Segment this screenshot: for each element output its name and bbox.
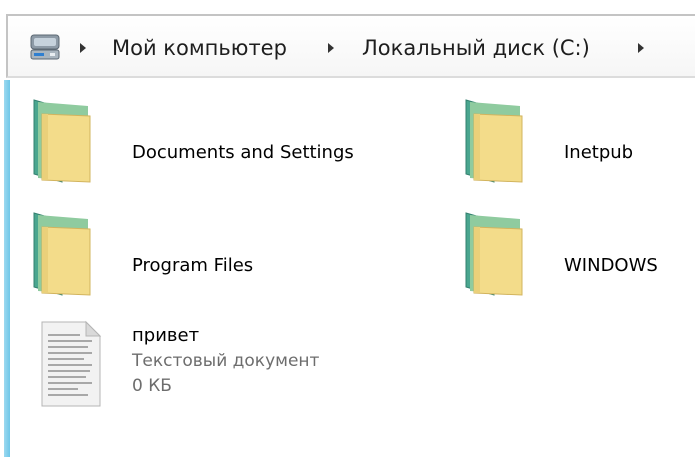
text-document-icon xyxy=(41,320,102,407)
folder-item-windows[interactable]: WINDOWS xyxy=(460,205,690,305)
breadcrumb-local-disk[interactable]: Локальный диск (C:) xyxy=(362,35,590,61)
file-item-text-document[interactable]: привет Текстовый документ 0 КБ xyxy=(28,316,388,416)
address-bar[interactable]: Мой компьютер Локальный диск (C:) xyxy=(6,14,695,78)
folder-icon xyxy=(465,212,523,296)
folder-item-documents-and-settings[interactable]: Documents and Settings xyxy=(28,92,388,192)
folder-name[interactable]: Program Files xyxy=(132,255,253,277)
folder-item-inetpub[interactable]: Inetpub xyxy=(460,92,690,192)
file-list: Documents and Settings Inetpub Program F… xyxy=(10,80,695,457)
explorer-window: Мой компьютер Локальный диск (C:) Docume… xyxy=(0,0,695,457)
file-size: 0 КБ xyxy=(132,376,172,396)
window-top-edge xyxy=(0,0,695,12)
computer-icon[interactable] xyxy=(28,32,64,64)
folder-icon xyxy=(465,99,523,183)
file-type: Текстовый документ xyxy=(132,351,320,371)
folder-name[interactable]: WINDOWS xyxy=(564,255,658,277)
folder-name[interactable]: Inetpub xyxy=(564,142,633,164)
chevron-right-icon[interactable] xyxy=(80,43,86,53)
folder-item-program-files[interactable]: Program Files xyxy=(28,205,388,305)
breadcrumb-my-computer[interactable]: Мой компьютер xyxy=(112,35,287,61)
chevron-right-icon[interactable] xyxy=(638,43,644,53)
folder-name[interactable]: Documents and Settings xyxy=(132,142,354,164)
folder-icon xyxy=(33,212,91,296)
chevron-right-icon[interactable] xyxy=(328,43,334,53)
file-name[interactable]: привет xyxy=(132,325,199,347)
folder-icon xyxy=(33,99,91,183)
